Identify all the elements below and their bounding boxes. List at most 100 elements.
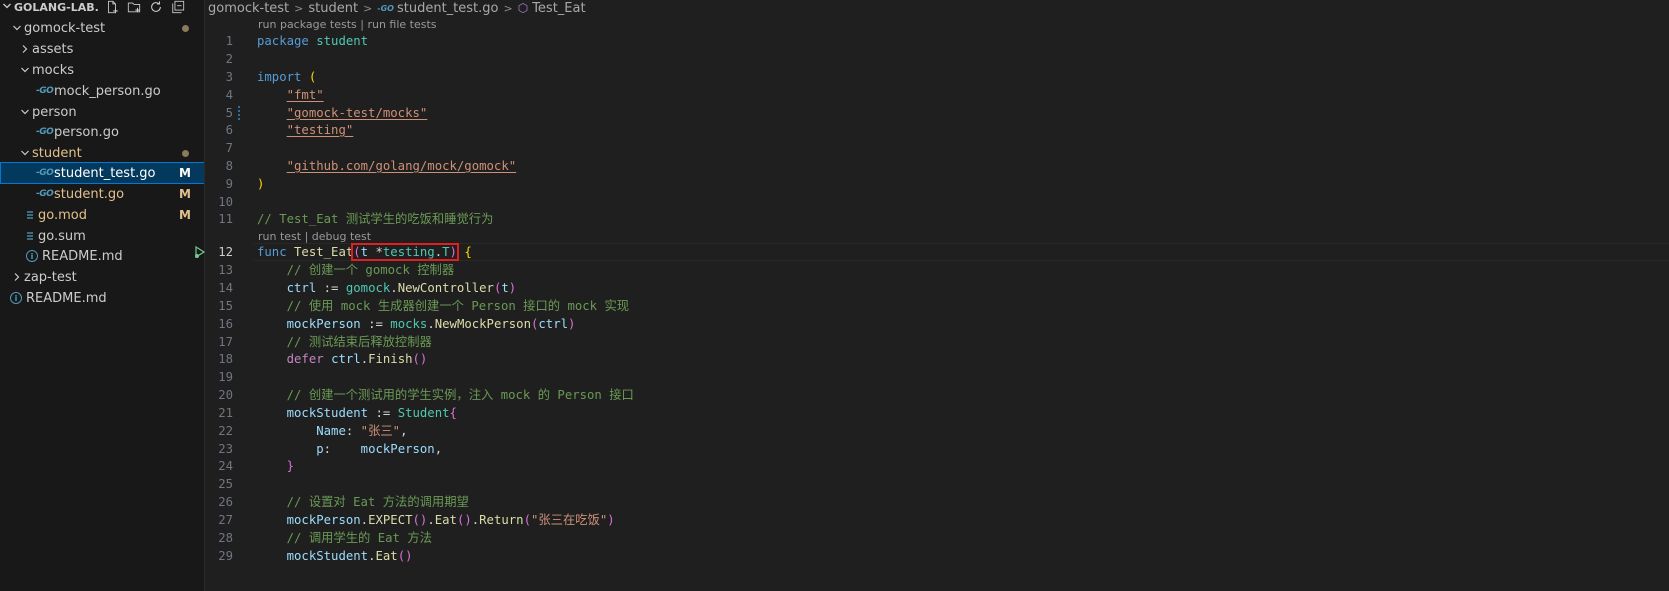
refresh-icon[interactable] (148, 0, 164, 14)
code-token: // 创建一个测试用的学生实例，注入 mock 的 Person 接口 (286, 388, 634, 402)
tree-item-go-mod[interactable]: go.mod M (0, 204, 204, 226)
code-line[interactable]: 3 import ( (206, 68, 1669, 86)
code-text: mockPerson := mocks.NewMockPerson(ctrl) (257, 315, 576, 333)
code-line[interactable]: 8 "github.com/golang/mock/gomock" (206, 157, 1669, 175)
line-number: 22 (218, 424, 233, 438)
codelens-package-tests[interactable]: run package tests | run file tests (258, 18, 437, 31)
line-number: 9 (225, 177, 233, 191)
code-text: p: mockPerson, (257, 440, 442, 458)
code-line[interactable]: 25 (206, 475, 1669, 493)
tree-item-mocks[interactable]: mocks (0, 59, 204, 81)
code-line[interactable]: 4 "fmt" (206, 86, 1669, 104)
code-token: := (360, 317, 391, 331)
code-line[interactable]: 7 (206, 139, 1669, 157)
code-token: mocks (390, 317, 428, 331)
code-line[interactable]: 9) (206, 175, 1669, 193)
collapse-all-icon[interactable] (170, 0, 186, 14)
line-number: 16 (218, 317, 233, 331)
tree-item-gomock-test[interactable]: gomock-test (0, 17, 204, 39)
breadcrumb-folder-gomock-test[interactable]: gomock-test (208, 1, 289, 16)
code-line[interactable]: 27 mockPerson.EXPECT().Eat().Return("张三在… (206, 511, 1669, 529)
code-line[interactable]: 20 // 创建一个测试用的学生实例，注入 mock 的 Person 接口 (206, 386, 1669, 404)
explorer-header[interactable]: GOLANG-LAB... (0, 0, 204, 14)
code-line[interactable]: 16 mockPerson := mocks.NewMockPerson(ctr… (206, 315, 1669, 333)
line-number: 26 (218, 495, 233, 509)
code-line[interactable]: 22 Name: "张三", (206, 422, 1669, 440)
line-number: 24 (218, 459, 233, 473)
line-number: 13 (218, 263, 233, 277)
code-token: mockStudent (286, 406, 369, 420)
code-line[interactable]: 13 // 创建一个 gomock 控制器 (206, 261, 1669, 279)
chevron-right-icon[interactable] (18, 44, 32, 54)
code-token: "fmt" (286, 88, 324, 102)
code-line[interactable]: 21 mockStudent := Student{ (206, 404, 1669, 422)
code-line[interactable]: 24 } (206, 457, 1669, 475)
code-token: // Test_Eat 测试学生的吃饭和睡觉行为 (257, 212, 494, 226)
code-line[interactable]: 10 (206, 193, 1669, 211)
code-text: // 调用学生的 Eat 方法 (257, 529, 432, 547)
code-line[interactable]: 28 // 调用学生的 Eat 方法 (206, 529, 1669, 547)
code-token: Finish (368, 352, 413, 366)
code-line[interactable]: 18 defer ctrl.Finish() (206, 350, 1669, 368)
line-number: 28 (218, 531, 233, 545)
code-text: // Test_Eat 测试学生的吃饭和睡觉行为 (257, 210, 493, 228)
codelens-run-test[interactable]: run test | debug test (258, 230, 371, 243)
code-line[interactable]: 19 (206, 368, 1669, 386)
code-line[interactable]: 5 "gomock-test/mocks" (206, 104, 1669, 122)
chevron-down-icon[interactable] (0, 1, 14, 14)
chevron-down-icon[interactable] (18, 65, 32, 75)
code-text: // 创建一个测试用的学生实例，注入 mock 的 Person 接口 (257, 386, 634, 404)
tree-item-student-test-go[interactable]: -GO student_test.go M (0, 162, 204, 184)
code-text: mockPerson.EXPECT().Eat().Return("张三在吃饭"… (257, 511, 615, 529)
new-folder-icon[interactable] (126, 0, 142, 14)
chevron-down-icon[interactable] (18, 107, 32, 117)
code-text: // 测试结束后释放控制器 (257, 333, 432, 351)
code-line[interactable]: 23 p: mockPerson, (206, 440, 1669, 458)
tree-item-readme-md[interactable]: i README.md (0, 287, 204, 309)
code-line[interactable]: 15 // 使用 mock 生成器创建一个 Person 接口的 mock 实现 (206, 297, 1669, 315)
code-token: () (456, 513, 472, 527)
code-token: mockPerson (360, 442, 435, 456)
code-token: { (464, 245, 472, 259)
new-file-icon[interactable] (104, 0, 120, 14)
tree-item-zap-test[interactable]: zap-test (0, 266, 204, 288)
code-token: ctrl (331, 352, 361, 366)
code-token: , (400, 424, 408, 438)
breadcrumb-file[interactable]: student_test.go (397, 1, 499, 16)
code-line[interactable]: 12 func Test_Eat(t *testing.T) { (195, 243, 1669, 261)
code-editor[interactable]: gomock-test > student > -GO student_test… (195, 0, 1669, 591)
code-text: mockStudent := Student{ (257, 404, 457, 422)
code-line[interactable]: 1 package student (206, 32, 1669, 50)
tree-item-student[interactable]: student (0, 142, 204, 164)
tree-item-assets[interactable]: assets (0, 38, 204, 60)
code-line[interactable]: 29 mockStudent.Eat() (206, 547, 1669, 565)
code-line[interactable]: 26 // 设置对 Eat 方法的调用期望 (206, 493, 1669, 511)
tree-item-student-go[interactable]: -GO student.go M (0, 183, 204, 205)
code-token: () (412, 513, 428, 527)
breadcrumb-folder-student[interactable]: student (308, 1, 358, 16)
code-line[interactable]: 14 ctrl := gomock.NewController(t) (206, 279, 1669, 297)
code-token: := (368, 406, 398, 420)
tree-item-readme-md[interactable]: i README.md (0, 245, 204, 267)
line-number: 8 (225, 159, 233, 173)
chevron-down-icon[interactable] (10, 23, 24, 33)
code-line[interactable]: 11 // Test_Eat 测试学生的吃饭和睡觉行为 (206, 210, 1669, 228)
code-line[interactable]: 17 // 测试结束后释放控制器 (206, 333, 1669, 351)
chevron-right-icon[interactable] (10, 272, 24, 282)
tree-item-go-sum[interactable]: go.sum (0, 225, 204, 247)
code-line[interactable]: 2 (206, 50, 1669, 68)
chevron-down-icon[interactable] (18, 148, 32, 158)
tree-item-person[interactable]: person (0, 101, 204, 123)
breadcrumb-symbol[interactable]: Test_Eat (532, 1, 585, 16)
code-text: import ( (257, 68, 316, 86)
code-line[interactable]: 6 "testing" (206, 121, 1669, 139)
run-test-icon[interactable] (193, 245, 207, 259)
info-icon: i (26, 250, 42, 262)
tree-item-mock-person-go[interactable]: -GO mock_person.go (0, 80, 204, 102)
tree-item-person-go[interactable]: -GO person.go (0, 121, 204, 143)
